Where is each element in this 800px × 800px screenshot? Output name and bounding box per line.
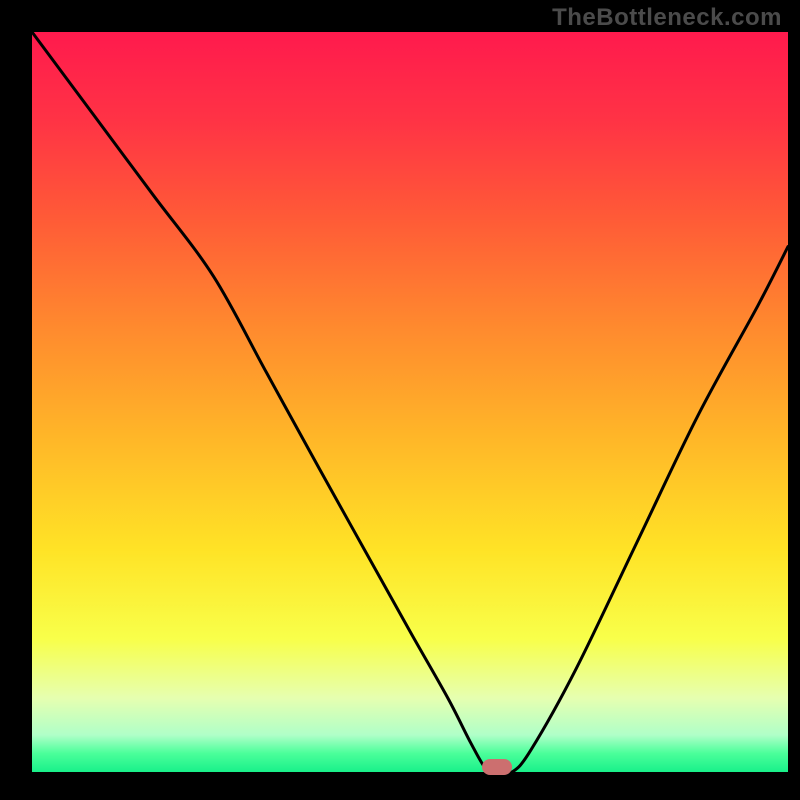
bottleneck-chart <box>0 0 800 800</box>
optimal-point-marker <box>482 759 512 775</box>
chart-frame: TheBottleneck.com <box>0 0 800 800</box>
gradient-background <box>32 32 788 772</box>
watermark-text: TheBottleneck.com <box>552 4 782 32</box>
